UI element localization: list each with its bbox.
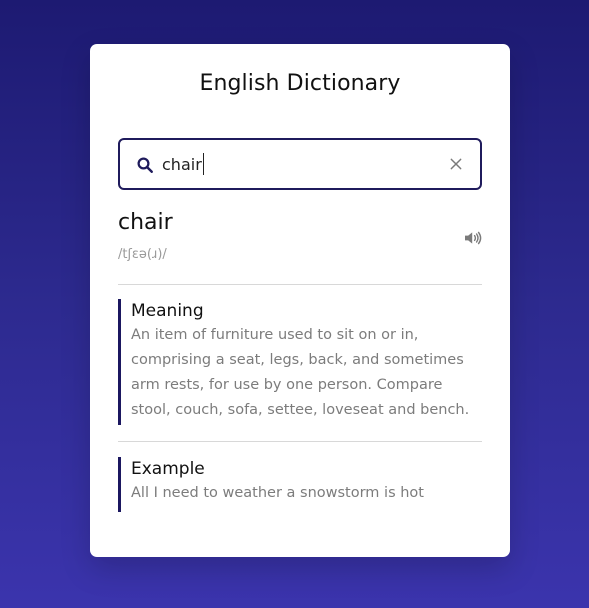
close-icon[interactable] [448,156,464,172]
divider [118,441,482,442]
divider [118,284,482,285]
meaning-section: Meaning An item of furniture used to sit… [118,299,482,425]
speaker-icon[interactable] [463,230,483,246]
search-box[interactable] [118,138,482,190]
meaning-label: Meaning [131,301,204,321]
search-icon [137,157,153,173]
result-phonetic: /tʃɛə(ɹ)/ [118,247,167,262]
example-text: All I need to weather a snowstorm is hot [131,485,424,501]
result-word: chair [118,210,173,235]
dictionary-card: English Dictionary chair /tʃɛə(ɹ)/ Meani… [90,44,510,557]
search-input[interactable] [162,150,442,178]
meaning-text: An item of furniture used to sit on or i… [131,327,470,418]
text-cursor [203,153,204,175]
page-title: English Dictionary [199,71,401,96]
example-label: Example [131,459,205,479]
example-section: Example All I need to weather a snowstor… [118,457,482,512]
